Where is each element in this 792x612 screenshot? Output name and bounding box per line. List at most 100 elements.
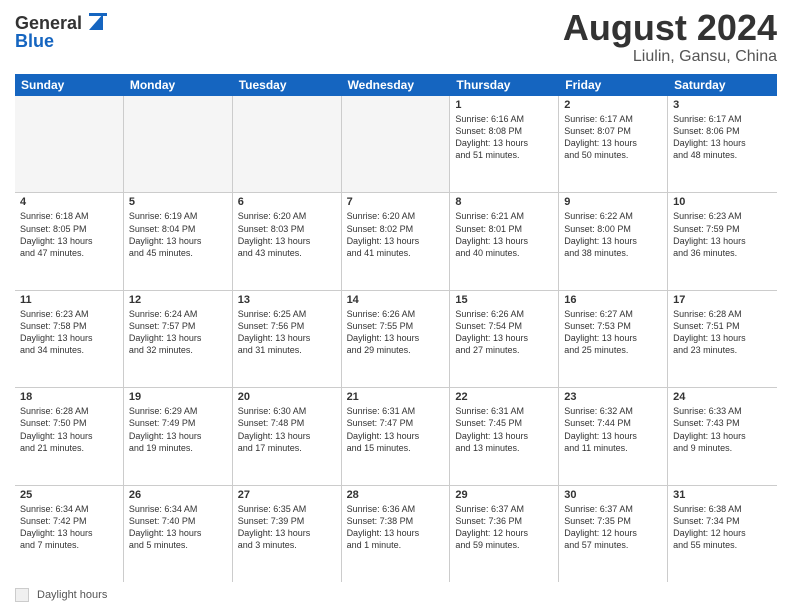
cell-info: Sunrise: 6:26 AMSunset: 7:55 PMDaylight:… [347,308,445,357]
cal-cell-15: 15 Sunrise: 6:26 AMSunset: 7:54 PMDayligh… [450,291,559,387]
cell-info: Sunrise: 6:17 AMSunset: 8:06 PMDaylight:… [673,113,772,162]
day-number: 6 [238,196,336,208]
header-day-wednesday: Wednesday [342,74,451,96]
cell-info: Sunrise: 6:21 AMSunset: 8:01 PMDaylight:… [455,210,553,259]
header-day-monday: Monday [124,74,233,96]
day-number: 5 [129,196,227,208]
cal-cell-13: 13 Sunrise: 6:25 AMSunset: 7:56 PMDayligh… [233,291,342,387]
cal-cell-6: 6 Sunrise: 6:20 AMSunset: 8:03 PMDaylight… [233,193,342,289]
cal-cell-8: 8 Sunrise: 6:21 AMSunset: 8:01 PMDaylight… [450,193,559,289]
cal-cell-9: 9 Sunrise: 6:22 AMSunset: 8:00 PMDaylight… [559,193,668,289]
cell-info: Sunrise: 6:38 AMSunset: 7:34 PMDaylight:… [673,503,772,552]
day-number: 22 [455,391,553,403]
day-number: 18 [20,391,118,403]
cal-cell-12: 12 Sunrise: 6:24 AMSunset: 7:57 PMDayligh… [124,291,233,387]
title-block: August 2024 Liulin, Gansu, China [563,10,777,66]
cal-cell-3: 3Sunrise: 6:17 AMSunset: 8:06 PMDaylight… [668,96,777,192]
logo-icon [85,10,107,32]
header-day-tuesday: Tuesday [233,74,342,96]
footer: Daylight hours [15,588,777,602]
cell-info: Sunrise: 6:18 AMSunset: 8:05 PMDaylight:… [20,210,118,259]
day-number: 23 [564,391,662,403]
day-number: 26 [129,489,227,501]
cell-info: Sunrise: 6:23 AMSunset: 7:58 PMDaylight:… [20,308,118,357]
day-number: 27 [238,489,336,501]
logo-blue: Blue [15,31,54,52]
cal-cell-empty [15,96,124,192]
cal-cell-31: 31 Sunrise: 6:38 AMSunset: 7:34 PMDayligh… [668,486,777,582]
day-number: 15 [455,294,553,306]
cal-cell-14: 14 Sunrise: 6:26 AMSunset: 7:55 PMDayligh… [342,291,451,387]
cal-cell-26: 26Sunrise: 6:34 AMSunset: 7:40 PMDayligh… [124,486,233,582]
page: General Blue August 2024 Liulin, Gansu, … [0,0,792,612]
cal-cell-22: 22 Sunrise: 6:31 AMSunset: 7:45 PMDayligh… [450,388,559,484]
cal-row-2: 4Sunrise: 6:18 AMSunset: 8:05 PMDaylight… [15,193,777,290]
location: Liulin, Gansu, China [563,48,777,66]
calendar-header: SundayMondayTuesdayWednesdayThursdayFrid… [15,74,777,96]
cal-row-1: 1 Sunrise: 6:16 AMSunset: 8:08 PMDaylight… [15,96,777,193]
cell-info: Sunrise: 6:24 AMSunset: 7:57 PMDaylight:… [129,308,227,357]
cal-cell-11: 11Sunrise: 6:23 AMSunset: 7:58 PMDayligh… [15,291,124,387]
cell-info: Sunrise: 6:35 AMSunset: 7:39 PMDaylight:… [238,503,336,552]
cell-info: Sunrise: 6:36 AMSunset: 7:38 PMDaylight:… [347,503,445,552]
day-number: 12 [129,294,227,306]
cell-info: Sunrise: 6:17 AMSunset: 8:07 PMDaylight:… [564,113,662,162]
legend-box [15,588,29,602]
cell-info: Sunrise: 6:31 AMSunset: 7:45 PMDaylight:… [455,405,553,454]
legend-label: Daylight hours [37,589,107,601]
cell-info: Sunrise: 6:34 AMSunset: 7:42 PMDaylight:… [20,503,118,552]
day-number: 25 [20,489,118,501]
day-number: 9 [564,196,662,208]
cal-cell-4: 4Sunrise: 6:18 AMSunset: 8:05 PMDaylight… [15,193,124,289]
cell-info: Sunrise: 6:33 AMSunset: 7:43 PMDaylight:… [673,405,772,454]
cell-info: Sunrise: 6:16 AMSunset: 8:08 PMDaylight:… [455,113,553,162]
calendar-body: 1 Sunrise: 6:16 AMSunset: 8:08 PMDaylight… [15,96,777,582]
cal-cell-2: 2 Sunrise: 6:17 AMSunset: 8:07 PMDaylight… [559,96,668,192]
cell-info: Sunrise: 6:23 AMSunset: 7:59 PMDaylight:… [673,210,772,259]
day-number: 8 [455,196,553,208]
day-number: 14 [347,294,445,306]
cell-info: Sunrise: 6:25 AMSunset: 7:56 PMDaylight:… [238,308,336,357]
day-number: 20 [238,391,336,403]
cell-info: Sunrise: 6:29 AMSunset: 7:49 PMDaylight:… [129,405,227,454]
cell-info: Sunrise: 6:32 AMSunset: 7:44 PMDaylight:… [564,405,662,454]
calendar: SundayMondayTuesdayWednesdayThursdayFrid… [15,74,777,582]
cal-cell-19: 19 Sunrise: 6:29 AMSunset: 7:49 PMDayligh… [124,388,233,484]
day-number: 17 [673,294,772,306]
day-number: 16 [564,294,662,306]
cell-info: Sunrise: 6:30 AMSunset: 7:48 PMDaylight:… [238,405,336,454]
month-title: August 2024 [563,10,777,46]
day-number: 10 [673,196,772,208]
day-number: 1 [455,99,553,111]
header-day-saturday: Saturday [668,74,777,96]
cal-row-5: 25 Sunrise: 6:34 AMSunset: 7:42 PMDayligh… [15,486,777,582]
day-number: 30 [564,489,662,501]
header-day-thursday: Thursday [450,74,559,96]
cal-row-4: 18 Sunrise: 6:28 AMSunset: 7:50 PMDayligh… [15,388,777,485]
cell-info: Sunrise: 6:28 AMSunset: 7:51 PMDaylight:… [673,308,772,357]
day-number: 29 [455,489,553,501]
cal-row-3: 11Sunrise: 6:23 AMSunset: 7:58 PMDayligh… [15,291,777,388]
day-number: 2 [564,99,662,111]
cell-info: Sunrise: 6:20 AMSunset: 8:03 PMDaylight:… [238,210,336,259]
cell-info: Sunrise: 6:22 AMSunset: 8:00 PMDaylight:… [564,210,662,259]
logo: General Blue [15,10,107,52]
day-number: 28 [347,489,445,501]
cal-cell-empty [124,96,233,192]
cal-cell-16: 16Sunrise: 6:27 AMSunset: 7:53 PMDayligh… [559,291,668,387]
cell-info: Sunrise: 6:26 AMSunset: 7:54 PMDaylight:… [455,308,553,357]
cell-info: Sunrise: 6:19 AMSunset: 8:04 PMDaylight:… [129,210,227,259]
cal-cell-1: 1 Sunrise: 6:16 AMSunset: 8:08 PMDaylight… [450,96,559,192]
cell-info: Sunrise: 6:28 AMSunset: 7:50 PMDaylight:… [20,405,118,454]
day-number: 7 [347,196,445,208]
day-number: 31 [673,489,772,501]
cal-cell-29: 29Sunrise: 6:37 AMSunset: 7:36 PMDayligh… [450,486,559,582]
cell-info: Sunrise: 6:20 AMSunset: 8:02 PMDaylight:… [347,210,445,259]
cell-info: Sunrise: 6:37 AMSunset: 7:35 PMDaylight:… [564,503,662,552]
cal-cell-23: 23 Sunrise: 6:32 AMSunset: 7:44 PMDayligh… [559,388,668,484]
day-number: 13 [238,294,336,306]
day-number: 21 [347,391,445,403]
cal-cell-empty [233,96,342,192]
cal-cell-28: 28 Sunrise: 6:36 AMSunset: 7:38 PMDayligh… [342,486,451,582]
day-number: 19 [129,391,227,403]
